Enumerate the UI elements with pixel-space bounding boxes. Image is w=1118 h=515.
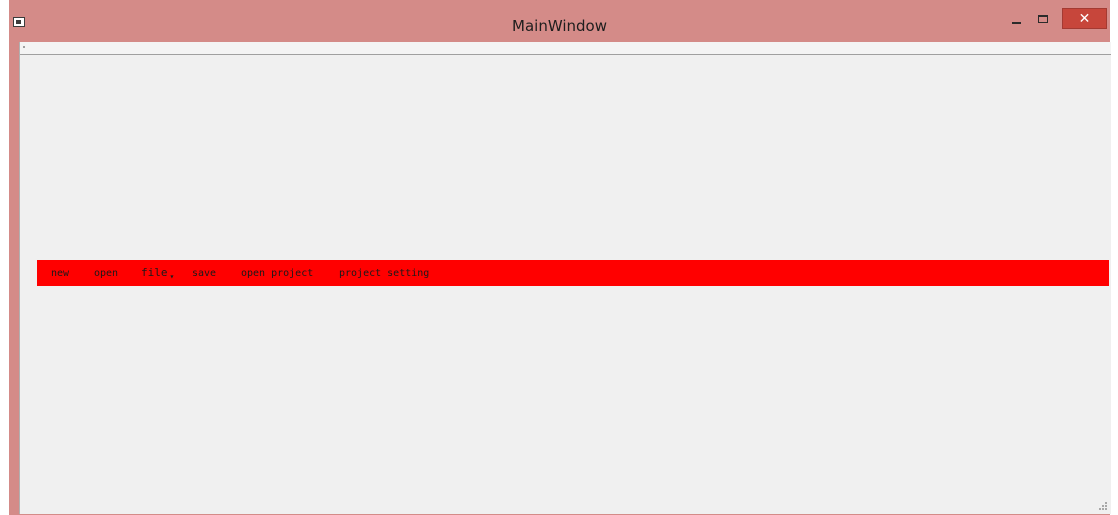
toolbar-grip-area[interactable] [20, 42, 1111, 55]
maximize-icon [1038, 14, 1048, 23]
project-setting-button[interactable]: project setting [339, 268, 429, 279]
title-bar[interactable]: MainWindow ✕ [9, 0, 1110, 42]
file-label: file [141, 266, 168, 279]
file-dropdown-button[interactable]: file ▾ [141, 266, 175, 281]
client-area: new open file ▾ save open project project… [19, 42, 1111, 514]
new-button[interactable]: new [51, 268, 69, 279]
minimize-button[interactable] [1003, 8, 1029, 29]
resize-grip-icon[interactable] [1099, 502, 1107, 510]
window-title: MainWindow [512, 17, 607, 35]
open-project-button[interactable]: open project [241, 268, 313, 279]
chevron-down-icon: ▾ [169, 272, 175, 281]
close-button[interactable]: ✕ [1062, 8, 1107, 29]
open-button[interactable]: open [94, 268, 118, 279]
save-button[interactable]: save [192, 268, 216, 279]
main-window: MainWindow ✕ new open file ▾ save open pr… [9, 0, 1111, 515]
minimize-icon [1011, 21, 1021, 24]
red-toolbar: new open file ▾ save open project project… [37, 260, 1109, 286]
close-icon: ✕ [1078, 10, 1091, 27]
grip-handle-icon[interactable] [23, 46, 25, 48]
maximize-button[interactable] [1029, 8, 1057, 29]
